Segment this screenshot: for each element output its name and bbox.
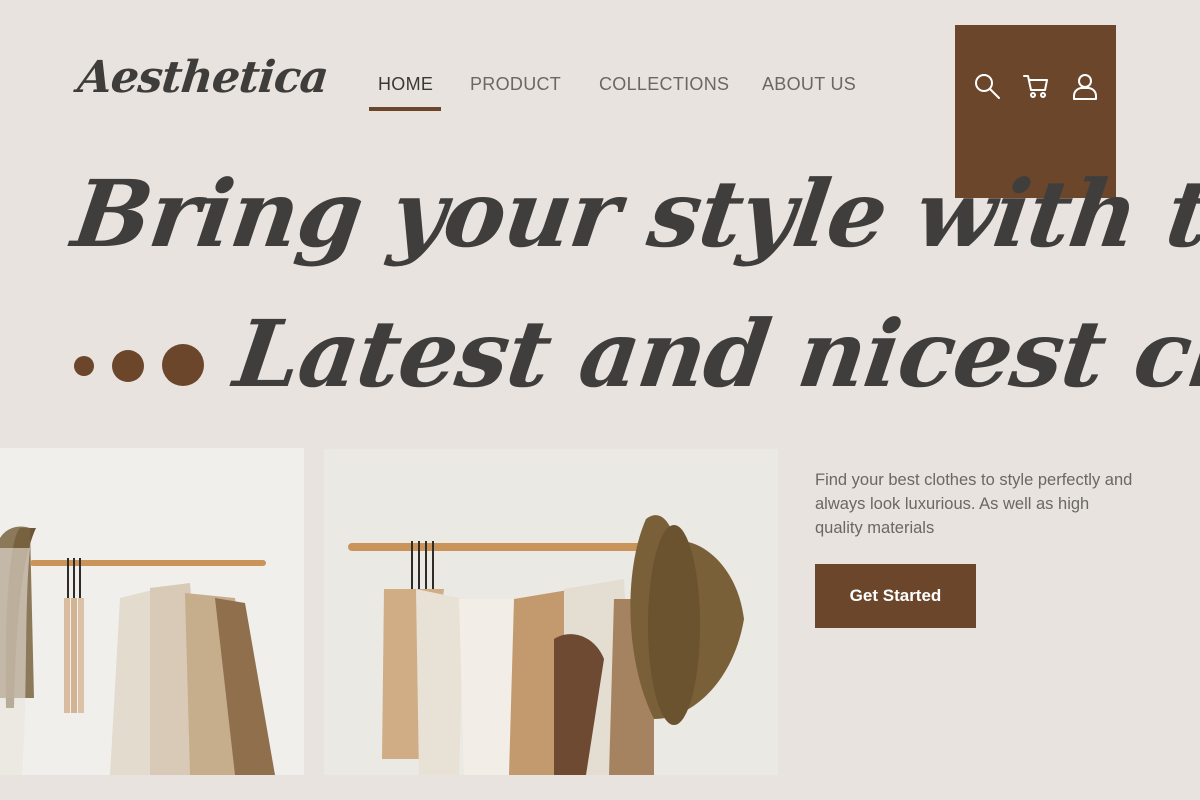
dot-small	[74, 356, 94, 376]
get-started-button[interactable]: Get Started	[815, 564, 976, 628]
dot-medium	[112, 350, 144, 382]
user-icon[interactable]	[1070, 71, 1100, 101]
clothing-rack-photo-right	[324, 449, 778, 775]
brand-logo[interactable]: Aesthetica	[75, 52, 330, 103]
hero-headline-line-1: Bring your style with the	[66, 160, 1200, 268]
nav-item-product[interactable]: PRODUCT	[470, 74, 561, 95]
clothing-rack-photo-left	[0, 448, 304, 775]
cart-icon[interactable]	[1021, 71, 1051, 101]
nav-item-about-us[interactable]: ABOUT US	[762, 74, 856, 95]
nav-active-indicator	[369, 107, 441, 111]
nav-item-collections[interactable]: COLLECTIONS	[599, 74, 729, 95]
hero-description: Find your best clothes to style perfectl…	[815, 471, 1133, 537]
nav-item-home[interactable]: HOME	[378, 74, 433, 95]
search-icon[interactable]	[972, 71, 1002, 101]
hero-headline-line-2: Latest and nicest clothes	[228, 300, 1200, 408]
dot-large	[162, 344, 204, 386]
